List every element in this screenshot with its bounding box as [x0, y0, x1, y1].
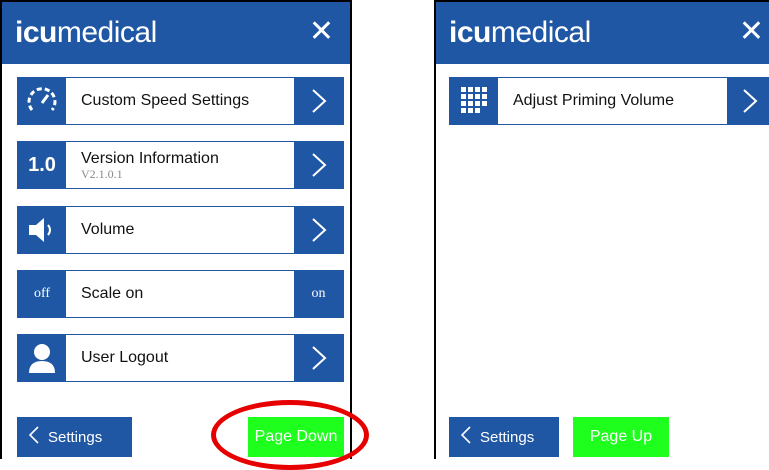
scale-toggle-row[interactable]: off Scale on on	[17, 270, 344, 318]
version-number: V2.1.0.1	[81, 166, 123, 181]
volume-row[interactable]: Volume	[17, 206, 344, 254]
toggle-on-button[interactable]: on	[294, 271, 343, 317]
user-logout-row[interactable]: User Logout	[17, 334, 344, 382]
version-icon: 1.0	[18, 142, 66, 188]
row-label: Volume	[81, 221, 135, 238]
row-label: Scale on	[81, 285, 144, 302]
close-icon[interactable]: ✕	[739, 14, 764, 50]
adjust-priming-volume-row[interactable]: Adjust Priming Volume	[449, 77, 769, 125]
left-screen: icumedical ✕ Custom Speed Settings 1.0 V…	[0, 0, 352, 459]
custom-speed-settings-row[interactable]: Custom Speed Settings	[17, 77, 344, 125]
page-up-label: Page Up	[589, 428, 653, 445]
row-label: Adjust Priming Volume	[513, 92, 674, 109]
page-down-button[interactable]: Page Down	[248, 417, 344, 457]
settings-button[interactable]: Settings	[17, 417, 132, 457]
keypad-icon	[450, 78, 498, 124]
brand-logo: icumedical	[15, 16, 157, 49]
page-up-button[interactable]: Page Up	[573, 417, 669, 457]
speaker-icon	[18, 207, 66, 253]
chevron-right-icon[interactable]	[294, 207, 343, 253]
version-information-row[interactable]: 1.0 Version Information V2.1.0.1	[17, 141, 344, 189]
settings-button[interactable]: Settings	[449, 417, 559, 457]
close-icon[interactable]: ✕	[309, 14, 334, 50]
chevron-right-icon[interactable]	[294, 78, 343, 124]
chevron-right-icon[interactable]	[727, 78, 769, 124]
toggle-off-button[interactable]: off	[18, 271, 66, 317]
brand-logo: icumedical	[449, 16, 591, 49]
user-icon	[18, 335, 66, 381]
settings-label: Settings	[480, 428, 535, 446]
header: icumedical ✕	[436, 2, 769, 64]
settings-label: Settings	[48, 428, 103, 446]
chevron-right-icon[interactable]	[294, 335, 343, 381]
chevron-left-icon	[28, 426, 39, 448]
row-label: Version Information V2.1.0.1	[81, 149, 219, 181]
header: icumedical ✕	[2, 2, 350, 64]
row-label: User Logout	[81, 349, 169, 366]
chevron-left-icon	[460, 426, 471, 448]
speedometer-icon	[18, 78, 66, 124]
chevron-right-icon[interactable]	[294, 142, 343, 188]
row-label: Custom Speed Settings	[81, 92, 250, 109]
right-screen: icumedical ✕ Adjust Priming Volume Setti…	[434, 0, 769, 459]
page-down-label: Page Down	[254, 428, 338, 445]
